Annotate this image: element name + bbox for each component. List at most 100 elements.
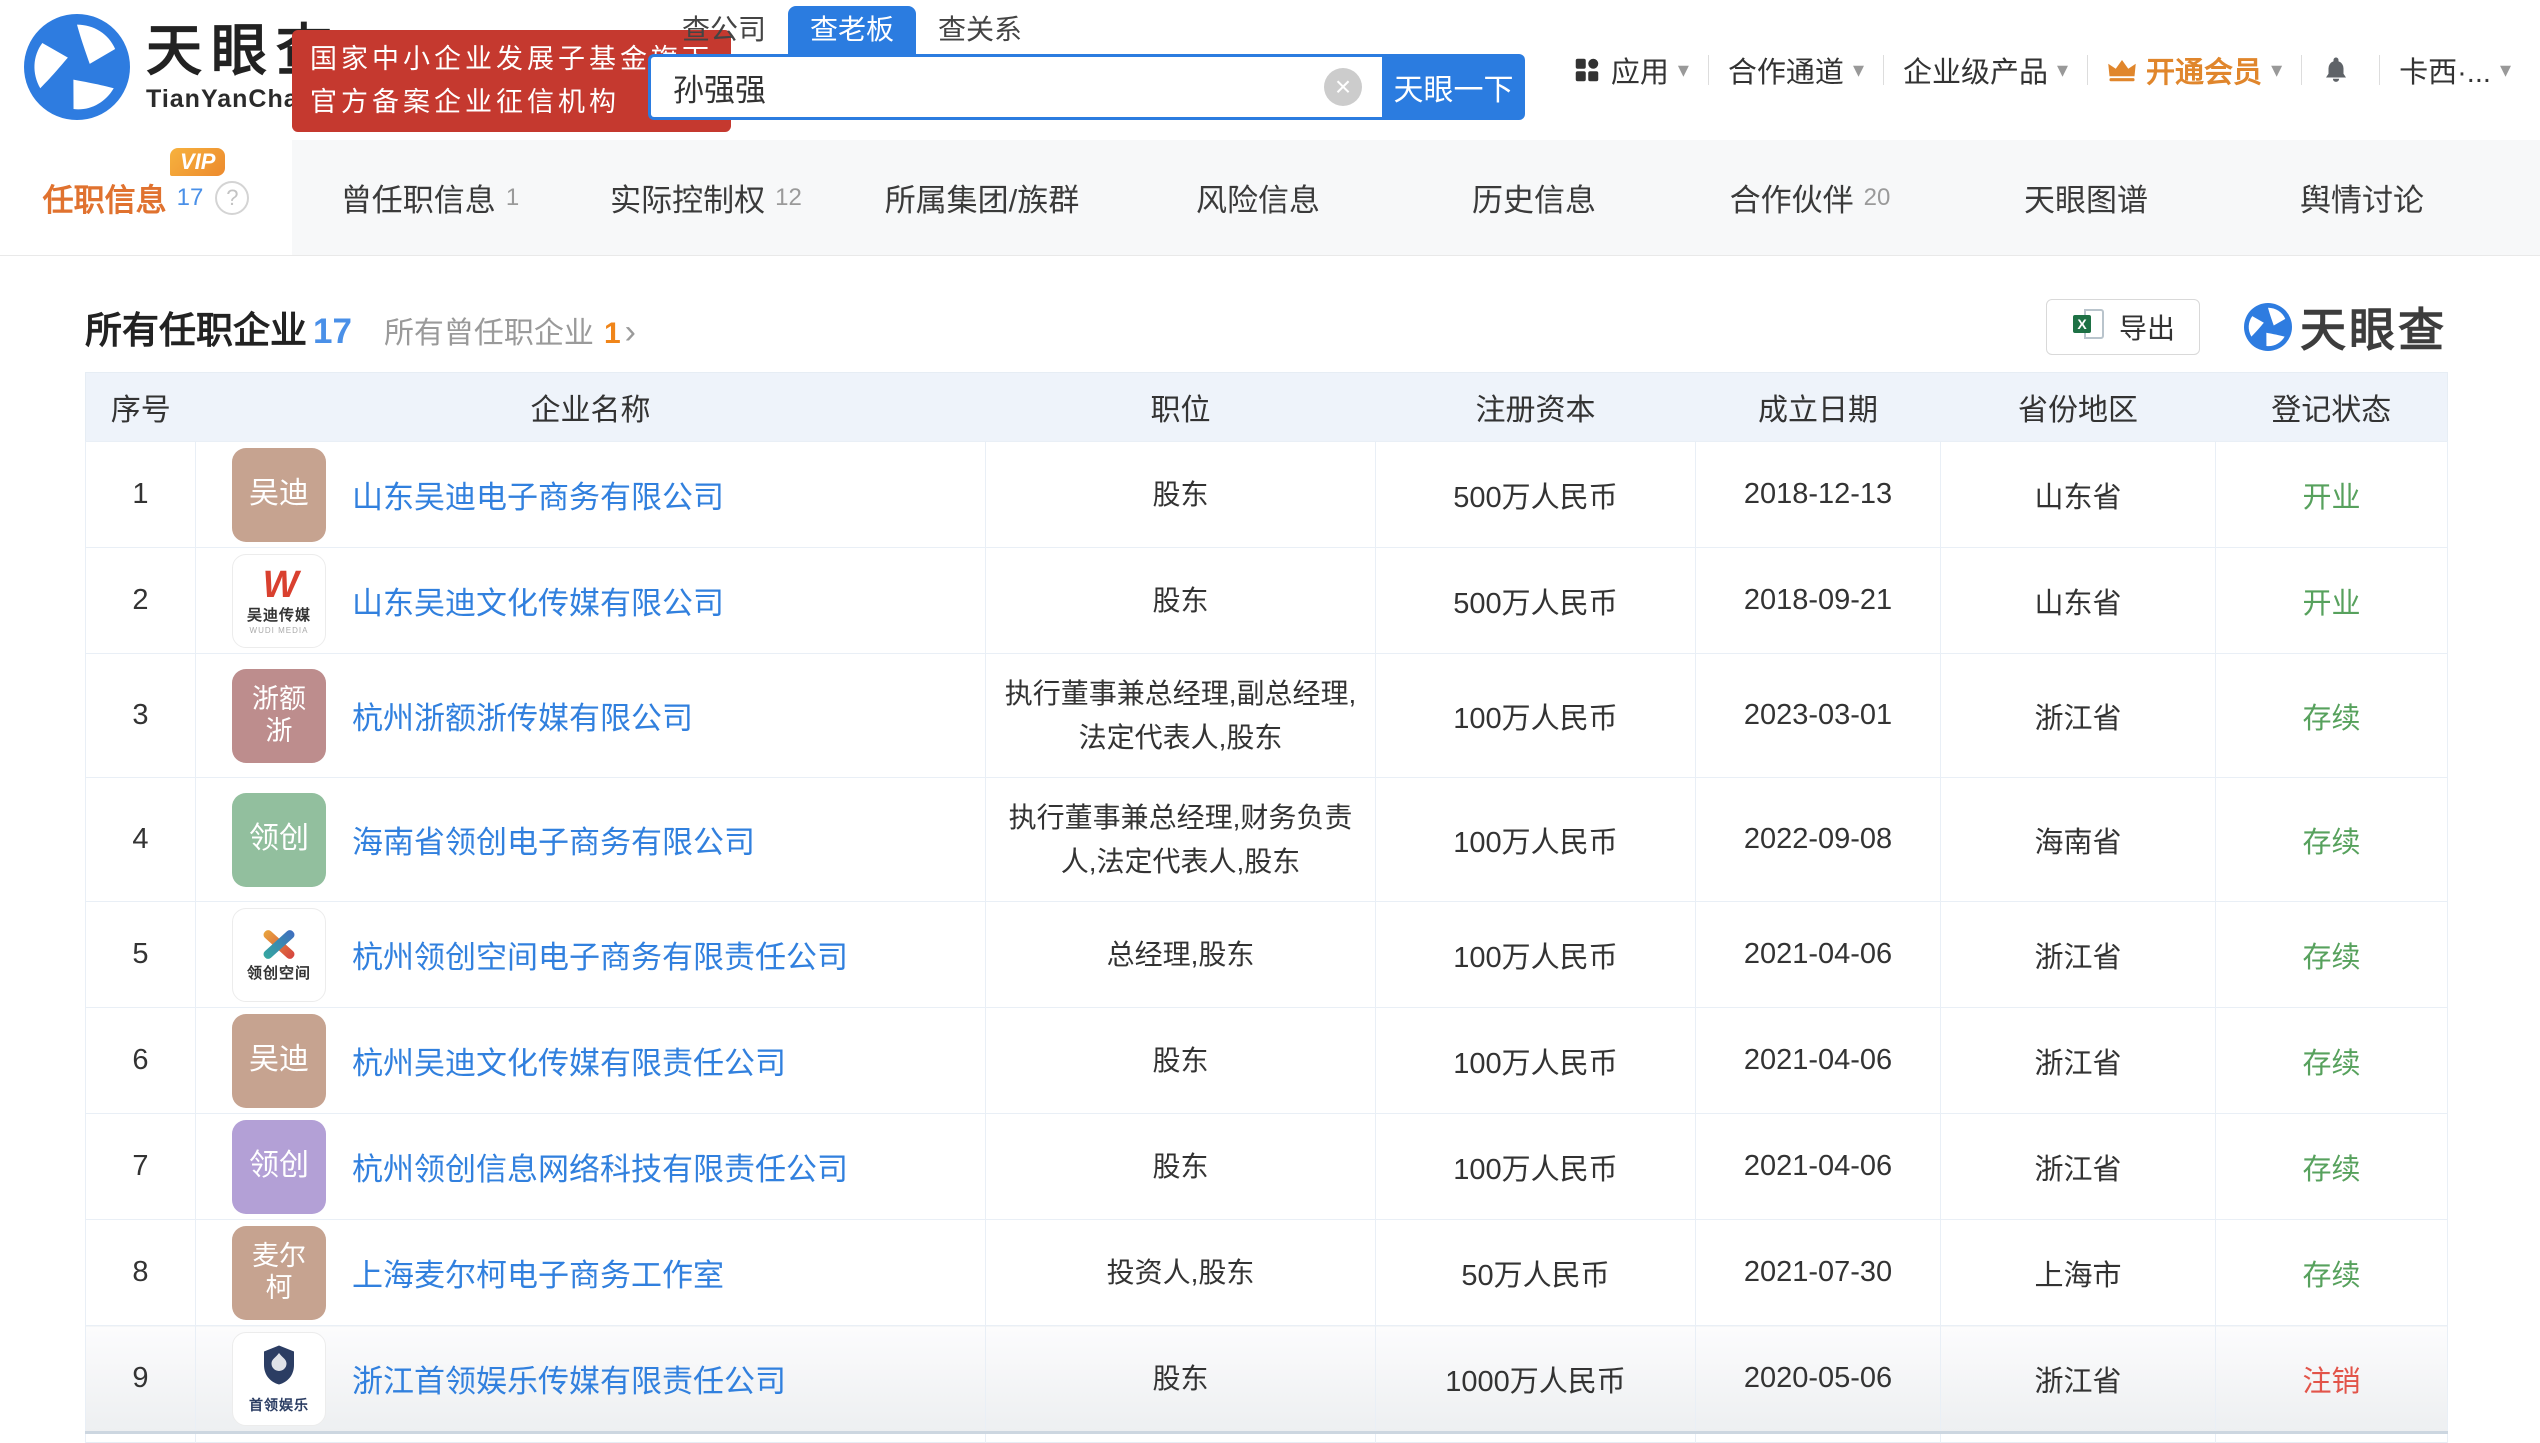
tab-history-info[interactable]: 历史信息 [1396,140,1672,255]
cell-index: 9 [86,1326,196,1433]
tab-past-positions[interactable]: 曾任职信息1 [292,140,568,255]
cell-registration-status: 存续 [2216,1114,2448,1220]
status-badge: 存续 [2302,942,2360,974]
cell-index: 4 [86,778,196,902]
company-logo[interactable]: 领创 [232,793,326,887]
cell-province: 浙江省 [1941,1326,2216,1433]
section-head: 所有任职企业 17 所有曾任职企业 1 › X 导出 天眼查 [85,298,2447,356]
company-logo[interactable]: 浙额浙 [232,669,326,763]
column-header-4: 成立日期 [1696,373,1941,442]
search-tab-1[interactable]: 查老板 [788,6,916,54]
company-logo[interactable]: W吴迪传媒WUDI MEDIA [232,554,326,648]
cell-company: 领创空间杭州领创空间电子商务有限责任公司 [196,902,986,1008]
cell-position: 股东 [986,1326,1376,1433]
company-link[interactable]: 杭州吴迪文化传媒有限责任公司 [352,1038,786,1083]
company-logo[interactable]: 领创 [232,1120,326,1214]
cell-index: 2 [86,548,196,654]
company-link[interactable]: 杭州领创空间电子商务有限责任公司 [352,932,848,977]
help-icon[interactable]: ? [215,181,249,215]
search-button[interactable]: 天眼一下 [1382,54,1525,120]
tab-actual-control[interactable]: 实际控制权12 [568,140,844,255]
search-box: × [648,54,1382,120]
cell-province: 山东省 [1941,548,2216,654]
cell-registration-status: 存续 [2216,1008,2448,1114]
chevron-right-icon[interactable]: › [625,313,636,352]
cell-company: 首领娱乐浙江首领娱乐传媒有限责任公司 [196,1326,986,1433]
cell-establish-date: 2021-04-06 [1696,1008,1941,1114]
company-link[interactable]: 杭州领创信息网络科技有限责任公司 [352,1144,848,1189]
company-logo[interactable]: 麦尔柯 [232,1226,326,1320]
status-badge: 注销 [2302,1366,2360,1398]
cell-registered-capital: 100万人民币 [1376,1114,1696,1220]
column-header-5: 省份地区 [1941,373,2216,442]
export-button[interactable]: X 导出 [2046,299,2200,355]
tab-tyc-graph[interactable]: 天眼图谱 [1948,140,2224,255]
tianyancha-swirl-icon [2244,303,2292,351]
cell-registered-capital: 500万人民币 [1376,548,1696,654]
tianyancha-watermark: 天眼查 [2244,294,2447,360]
cell-establish-date: 2021-04-06 [1696,902,1941,1008]
clear-search-icon[interactable]: × [1324,68,1362,106]
watermark-text: 天眼查 [2300,294,2447,360]
tab-group-cluster[interactable]: 所属集团/族群 [844,140,1120,255]
cell-company: 领创海南省领创电子商务有限公司 [196,778,986,902]
tab-risk-info[interactable]: 风险信息 [1120,140,1396,255]
cell-company: 吴迪山东吴迪电子商务有限公司 [196,442,986,548]
company-logo[interactable]: 吴迪 [232,1014,326,1108]
tab-label: 历史信息 [1472,175,1596,220]
status-badge: 存续 [2302,1048,2360,1080]
nav-item-enterprise-products[interactable]: 企业级产品 [1903,49,2068,91]
company-link[interactable]: 浙江首领娱乐传媒有限责任公司 [352,1356,786,1401]
nav-item-cooperation-channel[interactable]: 合作通道 [1728,49,1864,91]
tab-label: 天眼图谱 [2024,175,2148,220]
nav-divider [2301,55,2302,85]
nav-item-vip-upgrade[interactable]: 开通会员 [2107,49,2282,91]
tab-label: 所属集团/族群 [885,175,1080,220]
tab-current-positions[interactable]: VIP任职信息17? [0,140,292,255]
cell-registered-capital: 50万人民币 [1376,1220,1696,1326]
nav-item-user[interactable]: 卡西·... [2399,49,2511,91]
status-badge: 开业 [2302,482,2360,514]
company-logo[interactable]: 首领娱乐 [232,1332,326,1426]
cell-registration-status: 存续 [2216,1220,2448,1326]
cell-index: 1 [86,442,196,548]
company-link[interactable]: 杭州浙额浙传媒有限公司 [352,693,693,738]
tab-count: 17 [177,184,204,212]
tab-public-opinion[interactable]: 舆情讨论 [2224,140,2500,255]
lingchuang-x-logo-mark [258,926,300,962]
nav-label: 应用 [1611,49,1669,91]
nav-item-apps[interactable]: 应用 [1572,49,1689,91]
company-link[interactable]: 海南省领创电子商务有限公司 [352,817,755,862]
past-companies-link[interactable]: 所有曾任职企业 [384,308,594,352]
past-companies-count[interactable]: 1 [604,317,621,351]
nav-label: 企业级产品 [1903,49,2048,91]
company-logo[interactable]: 领创空间 [232,908,326,1002]
partial-cell [1376,1433,1696,1443]
nav-item-notifications[interactable] [2321,55,2360,85]
company-link[interactable]: 山东吴迪电子商务有限公司 [352,472,724,517]
table-row-2: 2W吴迪传媒WUDI MEDIA山东吴迪文化传媒有限公司股东500万人民币201… [86,548,2448,654]
cell-registered-capital: 100万人民币 [1376,902,1696,1008]
cell-position: 股东 [986,1114,1376,1220]
cell-position: 执行董事兼总经理,财务负责人,法定代表人,股东 [986,778,1376,902]
search-input[interactable] [671,68,1324,106]
vip-badge: VIP [170,148,225,176]
main-content: 所有任职企业 17 所有曾任职企业 1 › X 导出 天眼查 序号企业名称职位注… [0,256,2540,1443]
grid-icon [1572,55,1602,85]
nav-divider [1883,55,1884,85]
search-tab-2[interactable]: 查关系 [916,6,1044,54]
tab-partners[interactable]: 合作伙伴20 [1672,140,1948,255]
company-logo[interactable]: 吴迪 [232,448,326,542]
section-title: 所有任职企业 [85,300,307,354]
top-bar: 天眼查 TianYanCha.com 国家中小企业发展子基金旗下 官方备案企业征… [0,0,2540,140]
cell-registration-status: 存续 [2216,778,2448,902]
company-link[interactable]: 山东吴迪文化传媒有限公司 [352,578,724,623]
cell-company: 领创杭州领创信息网络科技有限责任公司 [196,1114,986,1220]
bell-icon [2321,55,2351,85]
company-link[interactable]: 上海麦尔柯电子商务工作室 [352,1250,724,1295]
table-row-7: 7领创杭州领创信息网络科技有限责任公司股东100万人民币2021-04-06浙江… [86,1114,2448,1220]
cell-establish-date: 2021-04-06 [1696,1114,1941,1220]
search-tab-0[interactable]: 查公司 [660,6,788,54]
status-badge: 存续 [2302,1260,2360,1292]
tab-count: 12 [775,184,802,212]
